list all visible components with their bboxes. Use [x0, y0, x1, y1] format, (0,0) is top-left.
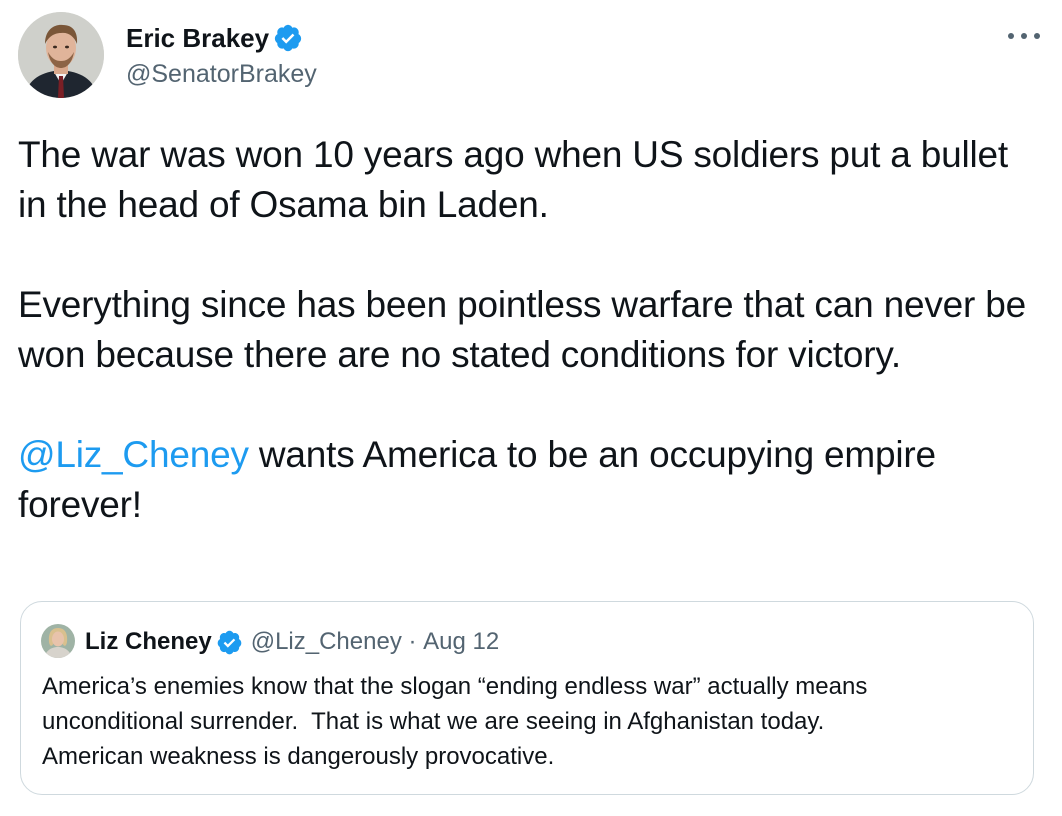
- more-dot: [1008, 33, 1014, 39]
- tweet-paragraph-3: @Liz_Cheney wants America to be an occup…: [18, 430, 1028, 530]
- verified-badge-icon: [217, 630, 242, 654]
- more-dot: [1021, 33, 1027, 39]
- more-dot: [1034, 33, 1040, 39]
- tweet-text: The war was won 10 years ago when US sol…: [18, 130, 1028, 530]
- quoted-header: Liz Cheney @Liz_Cheney · Aug 12: [85, 626, 499, 658]
- mention-link[interactable]: @Liz_Cheney: [18, 434, 249, 475]
- author-name-text[interactable]: Eric Brakey: [126, 22, 269, 54]
- tweet-paragraph-1: The war was won 10 years ago when US sol…: [18, 134, 1008, 225]
- author-avatar[interactable]: [18, 12, 104, 98]
- quoted-text-line: America’s enemies know that the slogan “…: [42, 673, 868, 700]
- verified-badge-icon: [274, 24, 302, 52]
- quoted-text-line: American weakness is dangerously provoca…: [42, 743, 555, 770]
- tweet: Eric Brakey @SenatorBrakey The war was w…: [0, 0, 1062, 816]
- quoted-author-name[interactable]: Liz Cheney: [85, 626, 212, 658]
- quoted-author-avatar[interactable]: [41, 624, 75, 658]
- author-name[interactable]: Eric Brakey: [126, 22, 303, 54]
- more-horizontal-icon[interactable]: [1008, 26, 1040, 46]
- quoted-author-handle[interactable]: @Liz_Cheney: [251, 626, 402, 658]
- quoted-separator: ·: [401, 628, 424, 655]
- quoted-text-line: unconditional surrender. That is what we…: [42, 708, 825, 735]
- tweet-paragraph-2: Everything since has been pointless warf…: [18, 284, 1026, 375]
- author-handle[interactable]: @SenatorBrakey: [126, 58, 317, 90]
- quoted-date[interactable]: Aug 12: [423, 626, 499, 658]
- quoted-tweet[interactable]: Liz Cheney @Liz_Cheney · Aug 12 America’…: [20, 601, 1034, 795]
- quoted-text: America’s enemies know that the slogan “…: [42, 669, 1012, 774]
